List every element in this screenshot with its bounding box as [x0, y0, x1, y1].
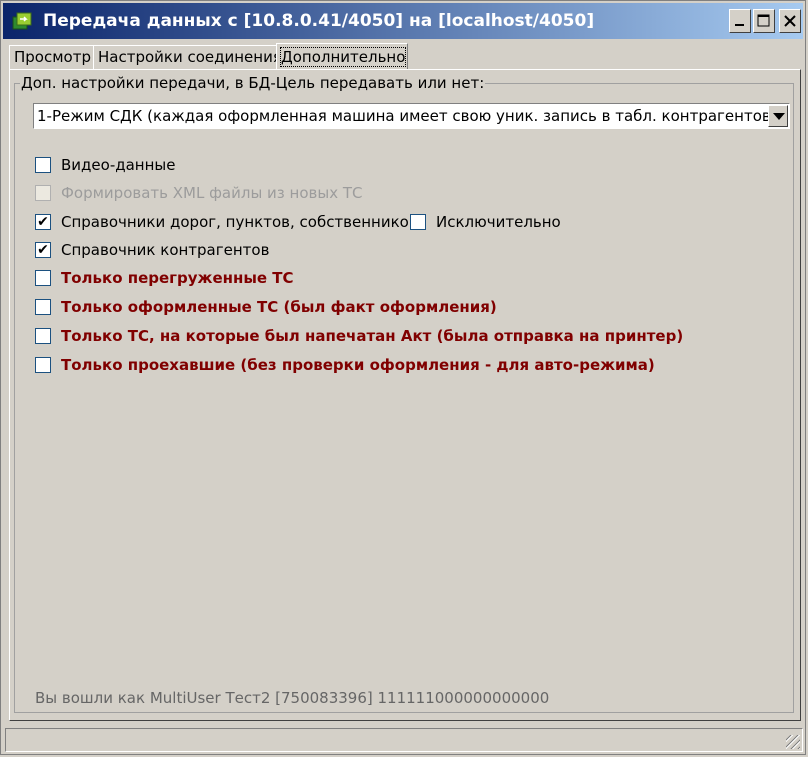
passed-label: Только проехавшие (без проверки оформлен…	[61, 356, 655, 374]
video-checkbox[interactable]	[35, 157, 51, 173]
minimize-button[interactable]	[729, 9, 751, 33]
xml-label: Формировать XML файлы из новых ТС	[61, 184, 363, 202]
printed-option[interactable]: Только ТС, на которые был напечатан Акт …	[35, 327, 683, 345]
tab-view[interactable]: Просмотр	[9, 45, 97, 69]
exclusive-label: Исключительно	[436, 213, 561, 231]
mode-select[interactable]: 1-Режим СДК (каждая оформленная машина и…	[33, 103, 790, 129]
overloaded-option[interactable]: Только перегруженные ТС	[35, 269, 294, 287]
minimize-icon	[735, 24, 744, 26]
transfer-app-icon	[12, 12, 32, 30]
maximize-icon	[757, 14, 770, 27]
mode-select-value: 1-Режим СДК (каждая оформленная машина и…	[37, 107, 777, 125]
contragents-label: Справочник контрагентов	[61, 241, 270, 259]
login-status-text: Вы вошли как MultiUser Тест2 [750083396]…	[35, 689, 550, 707]
overloaded-label: Только перегруженные ТС	[61, 269, 294, 287]
tab-connection-settings[interactable]: Настройки соединения	[93, 45, 282, 69]
roads-label: Справочники дорог, пунктов, собственнико…	[61, 213, 418, 231]
printed-checkbox[interactable]	[35, 328, 51, 344]
registered-option[interactable]: Только оформленные ТС (был факт оформлен…	[35, 298, 497, 316]
registered-label: Только оформленные ТС (был факт оформлен…	[61, 298, 497, 316]
transfer-options-group: Доп. настройки передачи, в БД-Цель перед…	[14, 74, 794, 713]
tab-additional[interactable]: Дополнительно	[276, 43, 408, 70]
roads-checkbox[interactable]: ✔	[35, 214, 51, 230]
title-bar[interactable]: Передача данных с [10.8.0.41/4050] на [l…	[3, 3, 803, 39]
status-bar	[5, 728, 803, 752]
contragents-checkbox[interactable]: ✔	[35, 242, 51, 258]
resize-grip-icon[interactable]	[786, 735, 800, 749]
chevron-down-icon[interactable]	[768, 105, 788, 127]
passed-option[interactable]: Только проехавшие (без проверки оформлен…	[35, 356, 655, 374]
roads-option[interactable]: ✔ Справочники дорог, пунктов, собственни…	[35, 213, 418, 231]
exclusive-option[interactable]: Исключительно	[410, 213, 561, 231]
exclusive-checkbox[interactable]	[410, 214, 426, 230]
group-caption: Доп. настройки передачи, в БД-Цель перед…	[20, 74, 486, 92]
close-icon	[784, 15, 796, 27]
tab-additional-label: Дополнительно	[279, 47, 407, 67]
tab-panel: Доп. настройки передачи, в БД-Цель перед…	[9, 69, 801, 721]
contragents-option[interactable]: ✔ Справочник контрагентов	[35, 241, 269, 259]
xml-checkbox	[35, 185, 51, 201]
registered-checkbox[interactable]	[35, 299, 51, 315]
maximize-button[interactable]	[753, 9, 775, 33]
window-title: Передача данных с [10.8.0.41/4050] на [l…	[43, 11, 595, 31]
overloaded-checkbox[interactable]	[35, 270, 51, 286]
video-option[interactable]: Видео-данные	[35, 156, 175, 174]
passed-checkbox[interactable]	[35, 357, 51, 373]
xml-option: Формировать XML файлы из новых ТС	[35, 184, 363, 202]
video-label: Видео-данные	[61, 156, 176, 174]
main-window: Передача данных с [10.8.0.41/4050] на [l…	[0, 0, 806, 755]
close-button[interactable]	[779, 9, 801, 33]
printed-label: Только ТС, на которые был напечатан Акт …	[61, 327, 684, 345]
